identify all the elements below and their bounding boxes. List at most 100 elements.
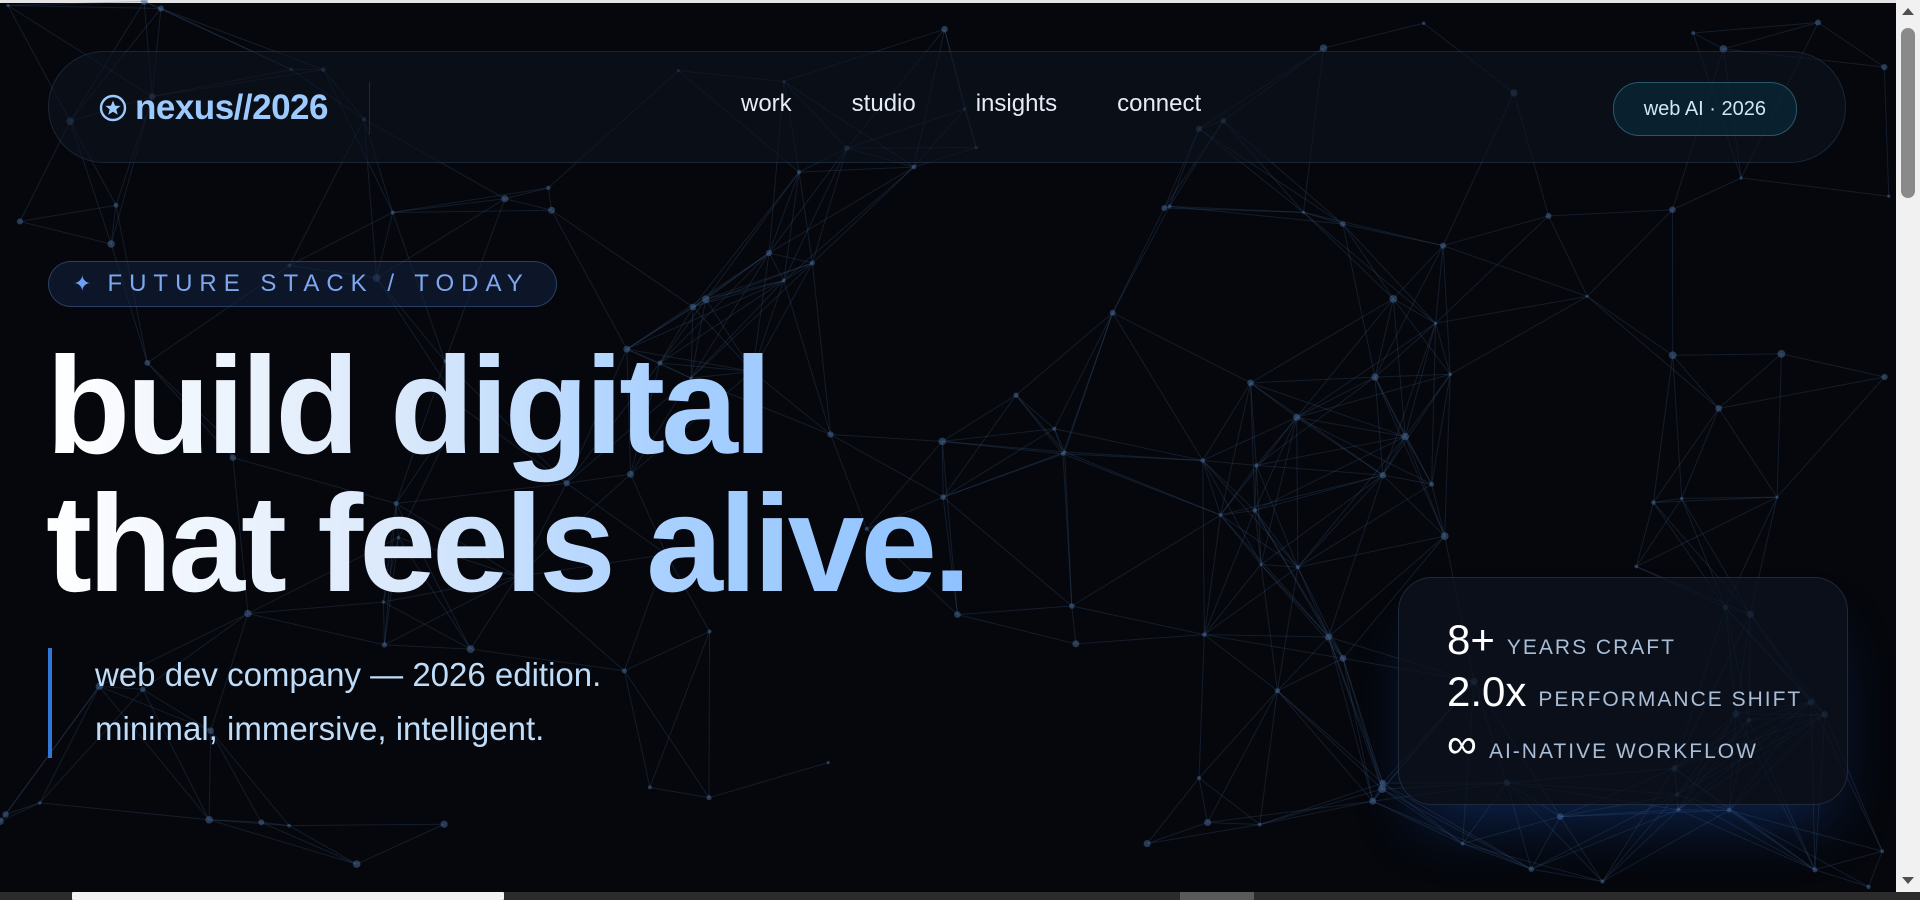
scroll-down-arrow-icon[interactable] xyxy=(1902,877,1914,884)
network-node xyxy=(1528,866,1535,872)
network-node xyxy=(826,760,830,765)
vertical-scrollbar[interactable] xyxy=(1896,0,1920,892)
network-node xyxy=(1545,212,1552,219)
network-node xyxy=(352,860,361,868)
stat-label: AI-NATIVE WORKFLOW xyxy=(1488,740,1758,763)
network-node xyxy=(501,195,509,203)
network-node xyxy=(2,811,9,818)
network-node xyxy=(1204,819,1212,827)
network-node xyxy=(647,785,652,790)
network-node xyxy=(1881,373,1888,381)
hero-headline-line-2: that feels alive. xyxy=(46,467,968,621)
network-node xyxy=(381,642,388,648)
logo-text: nexus//2026 xyxy=(135,88,328,127)
stat-value: 2.0x xyxy=(1447,668,1527,715)
network-node xyxy=(1167,204,1172,209)
stat-label: YEARS CRAFT xyxy=(1506,636,1676,659)
nav-link-studio[interactable]: studio xyxy=(852,90,916,118)
network-node xyxy=(809,260,815,266)
stat-label: PERFORMANCE SHIFT xyxy=(1538,688,1803,711)
scroll-up-arrow-icon[interactable] xyxy=(1902,8,1914,15)
network-node xyxy=(911,164,917,170)
network-node xyxy=(1448,372,1453,377)
network-node xyxy=(1339,221,1346,227)
logo[interactable]: nexus//2026 xyxy=(99,88,328,128)
network-node xyxy=(1257,822,1262,827)
nav-link-insights[interactable]: insights xyxy=(976,90,1057,118)
network-node xyxy=(1429,481,1435,487)
network-node xyxy=(1600,879,1605,884)
nav-links: work studio insights connect xyxy=(741,90,1201,118)
network-node xyxy=(1669,206,1676,213)
network-node xyxy=(621,668,627,674)
network-node xyxy=(1866,884,1871,889)
network-node xyxy=(1200,458,1206,463)
network-node xyxy=(1301,210,1306,214)
network-node xyxy=(107,240,115,248)
nav-divider xyxy=(369,82,370,134)
navbar: nexus//2026 work studio insights connect… xyxy=(48,51,1846,163)
network-node xyxy=(706,795,712,801)
network-node xyxy=(1880,849,1885,854)
nav-link-work[interactable]: work xyxy=(741,90,792,118)
network-node xyxy=(1680,496,1684,501)
network-node xyxy=(782,278,786,283)
network-node xyxy=(1726,807,1732,813)
hero-subcopy-line-2: minimal, immersive, intelligent. xyxy=(95,710,545,747)
stats-card: 8+ YEARS CRAFT 2.0x PERFORMANCE SHIFT ∞ … xyxy=(1398,577,1848,805)
vertical-scroll-thumb[interactable] xyxy=(1901,28,1915,198)
network-node xyxy=(1389,294,1398,303)
network-node xyxy=(1197,775,1202,780)
network-node xyxy=(1069,603,1075,609)
network-node xyxy=(1325,633,1333,641)
network-node xyxy=(1295,565,1300,570)
network-node xyxy=(157,5,164,12)
network-node xyxy=(1812,867,1818,873)
network-node xyxy=(140,0,148,5)
network-node xyxy=(1252,508,1258,513)
stat-value: 8+ xyxy=(1447,616,1495,663)
network-node xyxy=(38,801,42,805)
horizontal-scroll-thumb[interactable] xyxy=(72,892,504,900)
hero-subcopy-line-1: web dev company — 2026 edition. xyxy=(95,656,602,693)
network-node xyxy=(707,629,712,634)
network-node xyxy=(1691,31,1696,36)
network-node xyxy=(1739,176,1743,180)
network-node xyxy=(1881,64,1888,71)
network-node xyxy=(1676,807,1681,812)
network-node xyxy=(1109,309,1116,316)
network-node xyxy=(1440,242,1447,249)
network-node xyxy=(1379,471,1387,479)
network-node xyxy=(205,816,213,824)
network-node xyxy=(689,303,697,311)
nav-link-connect[interactable]: connect xyxy=(1117,90,1201,118)
network-node xyxy=(1052,426,1057,431)
hero-subcopy: web dev company — 2026 edition. minimal,… xyxy=(48,648,601,758)
horizontal-scrollbar[interactable] xyxy=(0,892,1920,900)
network-node xyxy=(1371,373,1379,381)
horizontal-scroll-marker xyxy=(1180,892,1254,900)
network-node xyxy=(390,210,395,215)
network-node xyxy=(1218,513,1223,517)
stat-row: 8+ YEARS CRAFT xyxy=(1447,616,1847,668)
network-node xyxy=(16,218,23,225)
network-node xyxy=(941,25,948,33)
network-node xyxy=(1556,813,1564,820)
nav-badge[interactable]: web AI · 2026 xyxy=(1612,82,1797,136)
stat-value: ∞ xyxy=(1447,720,1477,767)
stat-row: ∞ AI-NATIVE WORKFLOW xyxy=(1447,720,1847,772)
network-node xyxy=(113,202,119,208)
network-node xyxy=(1777,349,1786,358)
network-node xyxy=(797,170,802,175)
network-node xyxy=(1369,797,1377,805)
network-node xyxy=(6,3,10,8)
network-node xyxy=(1254,463,1259,468)
network-node xyxy=(440,820,448,828)
network-node xyxy=(1013,392,1019,398)
sparkle-icon: ✦ xyxy=(73,271,92,296)
network-node xyxy=(701,295,710,303)
stat-row: 2.0x PERFORMANCE SHIFT xyxy=(1447,668,1847,720)
network-node xyxy=(1378,784,1387,793)
network-node xyxy=(548,206,556,214)
network-node xyxy=(1063,450,1067,454)
